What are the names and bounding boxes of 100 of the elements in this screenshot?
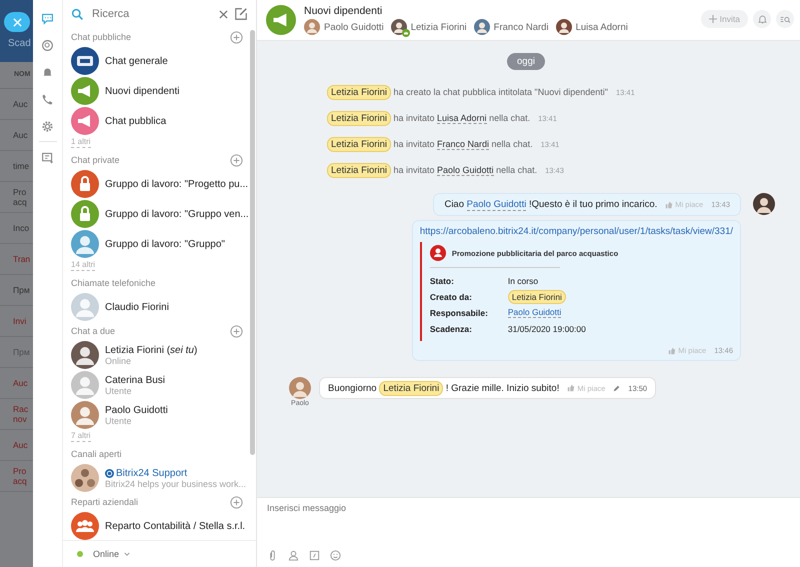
notifications-button[interactable] (753, 10, 771, 28)
chat-list-item[interactable]: Bitrix24 Support Bitrix24 helps your business work... (71, 463, 249, 493)
task-title: Auc (13, 130, 28, 140)
system-message: Letizia Fiorini ha invitato Paolo Guidotti nella chat. (327, 164, 538, 176)
user-link[interactable]: Paolo Guidotti (466, 199, 526, 211)
compose-button[interactable] (234, 7, 248, 21)
message-text: Ciao Paolo Guidotti !Questo è il tuo primo incarico. (444, 199, 658, 210)
task-title: Прм (13, 285, 30, 295)
mention-chip[interactable]: Letizia Fiorini (327, 162, 391, 178)
member-name[interactable]: Paolo Guidotti (324, 22, 384, 32)
status-dot (77, 551, 83, 557)
user-link[interactable]: Luisa Adorni (437, 112, 487, 124)
chat-name: Reparto Contabilità / Stella s.r.l. (105, 520, 246, 532)
mention-chip[interactable]: Letizia Fiorini (327, 110, 391, 126)
mention-chip[interactable]: Letizia Fiorini (327, 84, 391, 100)
search-button[interactable] (776, 10, 794, 28)
chat-list-item[interactable]: Gruppo di lavoro: "Gruppo" (71, 229, 249, 259)
smiley-icon[interactable] (330, 550, 341, 561)
chat-name: Chat generale (105, 56, 168, 66)
plus-icon (230, 324, 243, 338)
member-name[interactable]: Letizia Fiorini (410, 22, 467, 32)
plus-icon (230, 30, 243, 44)
mention-chip[interactable]: Letizia Fiorini (327, 136, 391, 152)
bell-icon (756, 14, 768, 24)
task-icon (430, 245, 446, 261)
section-title: Chat private (71, 155, 120, 165)
chat-name: Caterina Busi (105, 374, 166, 386)
system-message: Letizia Fiorini ha invitato Luisa Adorni nella chat. (327, 112, 530, 124)
member-name[interactable]: Luisa Adorni (576, 22, 628, 32)
task-title: Invi (13, 316, 26, 326)
task-title: Tran (13, 254, 30, 264)
chat-list-item[interactable]: Gruppo di lavoro: "Gruppo ven... (71, 199, 249, 229)
member-name[interactable]: Franco Nardi (494, 22, 549, 32)
close-icon (12, 18, 22, 26)
task-title: Pro acq (13, 466, 27, 486)
mention-chip[interactable]: Letizia Fiorini (379, 380, 444, 396)
chat-name: Gruppo di lavoro: "Progetto pu... (105, 178, 248, 190)
plus-icon (708, 15, 717, 23)
add-button[interactable] (230, 30, 243, 44)
chat-subtitle: Utente (105, 386, 133, 396)
clear-button[interactable] (219, 10, 228, 18)
thumbs-up-icon (665, 200, 674, 208)
add-button[interactable] (230, 496, 243, 508)
close-button[interactable] (4, 12, 30, 32)
field-value: 31/05/2020 19:00:00 (508, 324, 586, 334)
plus-icon (230, 496, 243, 508)
page-tab-label: Scad (8, 38, 31, 49)
channel-icon (105, 468, 114, 478)
chat-name: Letizia Fiorini (sei tu) (105, 344, 198, 356)
plus-icon (230, 154, 243, 166)
system-message: Letizia Fiorini ha invitato Franco Nardi nella chat. (327, 138, 533, 150)
chat-list-item[interactable]: Letizia Fiorini (sei tu) Online (71, 340, 249, 370)
user-icon[interactable] (288, 550, 299, 561)
task-title: Inco (13, 223, 30, 233)
user-avatar (289, 377, 311, 399)
task-title: Auc (13, 99, 28, 109)
add-button[interactable] (230, 324, 243, 338)
user-avatar (753, 193, 775, 215)
chat-subtitle: Utente (105, 416, 133, 426)
chat-subtitle: Online (105, 356, 132, 366)
thumbs-up-icon (567, 384, 576, 392)
mention-chip[interactable]: Letizia Fiorini (508, 290, 566, 304)
chat-title: Nuovi dipendenti (304, 5, 384, 17)
thumbs-up-icon (668, 346, 676, 354)
section-title: Canali aperti (71, 449, 122, 459)
chat-list-item[interactable]: Nuovi dipendenti (71, 76, 249, 106)
user-link[interactable]: Franco Nardi (437, 138, 490, 150)
system-message: Letizia Fiorini ha creato la chat pubblica intitolata "Nuovi dipendenti" (327, 86, 608, 98)
chat-name: Chat pubblica (105, 116, 166, 126)
chat-name: Claudio Fiorini (105, 302, 169, 312)
task-title: Rac nov (13, 404, 28, 424)
user-link[interactable]: Paolo Guidotti (508, 307, 562, 318)
chat-list-item[interactable]: Caterina Busi Utente (71, 370, 249, 400)
attach-icon[interactable] (267, 550, 278, 561)
field-label: Responsabile: (430, 308, 489, 318)
chat-list-item[interactable]: Chat generale (71, 46, 249, 76)
field-value: In corso (508, 276, 538, 286)
section-title: Reparti aziendali (71, 497, 138, 507)
chat-list-item[interactable]: Reparto Contabilità / Stella s.r.l. (71, 511, 249, 541)
field-label: Scadenza: (430, 324, 473, 334)
sticker-icon[interactable] (309, 550, 320, 561)
search-icon (71, 8, 84, 20)
status-dropdown[interactable]: Online (93, 549, 130, 559)
chat-name: Nuovi dipendenti (105, 86, 180, 96)
add-button[interactable] (230, 154, 243, 166)
history-icon[interactable] (40, 37, 56, 53)
task-link[interactable]: https://arcobaleno.bitrix24.it/company/personal/user/1/tasks/task/view/331/ (420, 226, 733, 237)
section-title: Chat pubbliche (71, 32, 132, 42)
task-title: Auc (13, 440, 28, 450)
chat-list-item[interactable]: Chat pubblica (71, 106, 249, 136)
section-title: Chiamate telefoniche (71, 278, 156, 288)
chat-list-item[interactable]: Claudio Fiorini (71, 292, 249, 322)
search-field[interactable]: Ricerca (90, 7, 213, 21)
chat-name: Paolo Guidotti (105, 404, 168, 416)
chat-name: Gruppo di lavoro: "Gruppo ven... (105, 208, 249, 220)
section-title: Chat a due (71, 326, 116, 336)
user-link[interactable]: Paolo Guidotti (437, 164, 494, 176)
chat-name: Gruppo di lavoro: "Gruppo" (105, 238, 225, 250)
chat-list-item[interactable]: Paolo Guidotti Utente (71, 400, 249, 430)
chat-list-item[interactable]: Gruppo di lavoro: "Progetto pu... (71, 169, 249, 199)
